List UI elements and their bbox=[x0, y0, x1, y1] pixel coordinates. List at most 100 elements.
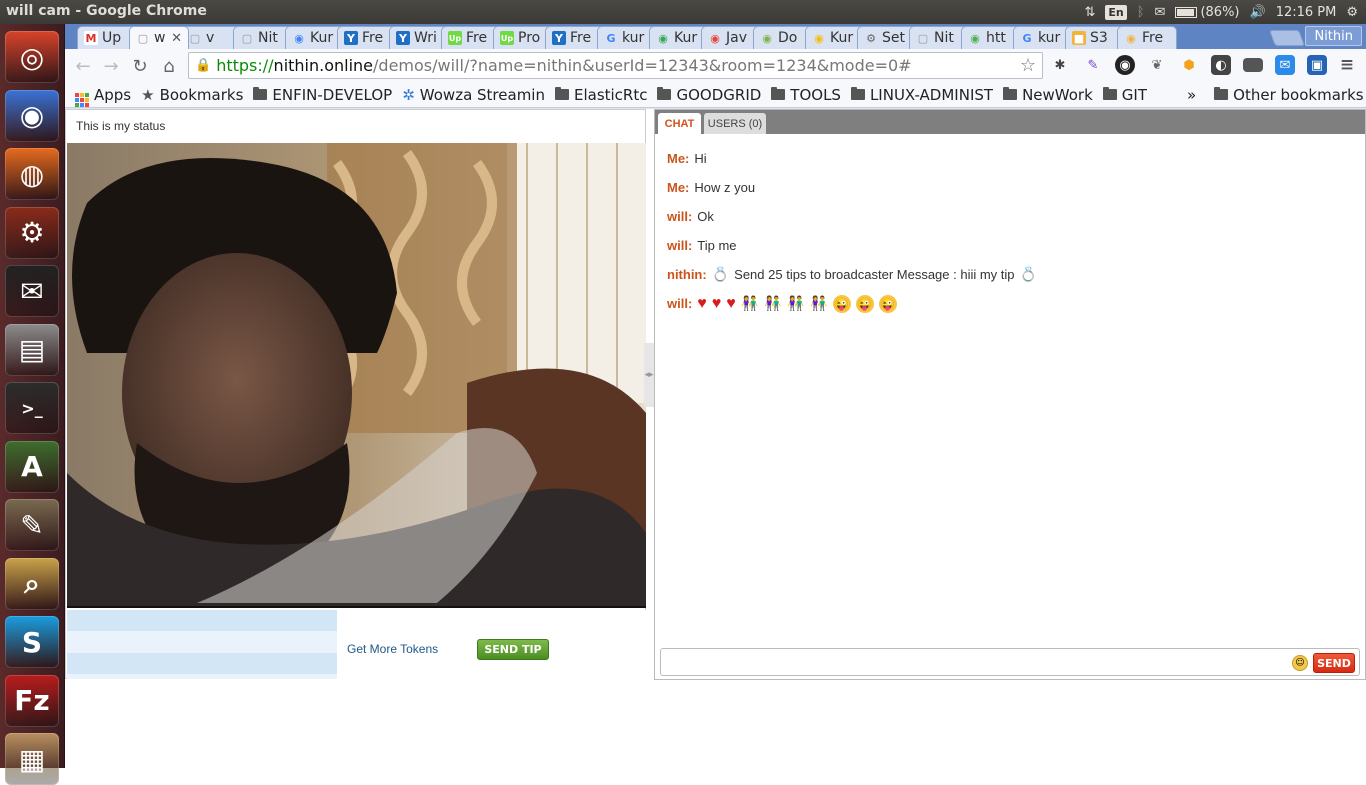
new-tab-button[interactable] bbox=[1269, 30, 1305, 46]
unknown-app-icon[interactable]: ▦ bbox=[5, 733, 59, 785]
browser-tab[interactable]: ◉ Fre bbox=[1117, 26, 1177, 49]
pidgin-icon[interactable]: ✉ bbox=[5, 265, 59, 317]
reload-button[interactable]: ↻ bbox=[128, 54, 152, 78]
network-icon[interactable]: ⇅ bbox=[1084, 5, 1095, 20]
extension-screen-icon[interactable] bbox=[1243, 58, 1263, 72]
extension-hexagon-icon[interactable]: ⬢ bbox=[1179, 55, 1199, 75]
chat-text: Hi bbox=[694, 151, 707, 166]
tab-title: Kur bbox=[674, 30, 698, 46]
tab-title: Kur bbox=[830, 30, 854, 46]
lock-icon: 🔒 bbox=[195, 58, 212, 73]
tab-title: w bbox=[154, 30, 166, 46]
get-more-tokens-link[interactable]: Get More Tokens bbox=[347, 642, 438, 656]
tab-favicon-icon: ◉ bbox=[710, 31, 720, 45]
tab-favicon-icon: ◉ bbox=[658, 31, 668, 45]
browser-tab[interactable]: ▢ v bbox=[181, 26, 241, 49]
folder-icon bbox=[1102, 87, 1117, 100]
address-bar[interactable]: 🔒 https://nithin.online/demos/will/?name… bbox=[188, 52, 1043, 79]
token-amount-box[interactable] bbox=[67, 610, 337, 679]
extension-feather-icon[interactable]: ✎ bbox=[1083, 55, 1103, 75]
bookmarks-overflow-button[interactable]: » bbox=[1187, 86, 1196, 104]
browser-tab[interactable]: Gkur bbox=[1013, 26, 1073, 49]
messenger-icon[interactable]: ✉ bbox=[1275, 55, 1295, 75]
clock[interactable]: 12:16 PM bbox=[1276, 5, 1337, 20]
browser-tab[interactable]: Y Fre bbox=[337, 26, 397, 49]
gimp-icon[interactable]: ✎ bbox=[5, 499, 59, 551]
bookmark-goodgrid[interactable]: GOODGRID bbox=[657, 86, 761, 104]
back-button[interactable]: ← bbox=[71, 54, 95, 78]
send-tip-button[interactable]: SEND TIP bbox=[477, 639, 549, 660]
tab-title: kur bbox=[1038, 30, 1061, 46]
bookmark-wowza-streamin[interactable]: ✲ Wowza Streamin bbox=[402, 86, 545, 104]
bookmark-git[interactable]: GIT bbox=[1102, 86, 1147, 104]
browser-tab[interactable]: ■ S3 bbox=[1065, 26, 1125, 49]
browser-tab[interactable]: ▢ w ✕ bbox=[129, 26, 189, 49]
skype-icon[interactable]: S bbox=[5, 616, 59, 668]
bookmark-enfin-develop[interactable]: ENFIN-DEVELOP bbox=[253, 86, 392, 104]
tab-title: Nit bbox=[258, 30, 278, 46]
wowza-icon: ✲ bbox=[402, 85, 415, 104]
browser-tab[interactable]: ◉ Jav bbox=[701, 26, 761, 49]
browser-tab[interactable]: ◉ Kur bbox=[285, 26, 345, 49]
extension-square-icon[interactable]: ◐ bbox=[1211, 55, 1231, 75]
browser-tab[interactable]: ▢ Nit bbox=[909, 26, 969, 49]
terminal-icon[interactable]: >_ bbox=[5, 382, 59, 434]
firefox-icon[interactable]: ◍ bbox=[5, 148, 59, 200]
profile-button[interactable]: Nithin bbox=[1305, 26, 1362, 46]
browser-tab[interactable]: Y Wri bbox=[389, 26, 449, 49]
browser-tab[interactable]: M Up bbox=[77, 26, 137, 49]
browser-tab[interactable]: Y Fre bbox=[545, 26, 605, 49]
image-viewer-icon[interactable]: ⌕ bbox=[5, 557, 59, 610]
bookmark-label: LINUX-ADMINIST bbox=[869, 85, 994, 104]
chat-input[interactable]: ☺ SEND bbox=[660, 648, 1360, 676]
browser-tab[interactable]: ◉ Kur bbox=[805, 26, 865, 49]
emoji-picker-icon[interactable]: ☺ bbox=[1292, 655, 1308, 671]
chrome-icon[interactable]: ◉ bbox=[5, 89, 59, 142]
chrome-menu-icon[interactable]: ≡ bbox=[1337, 55, 1357, 75]
webcam-video[interactable] bbox=[67, 143, 646, 608]
browser-tab[interactable]: Up Pro bbox=[493, 26, 553, 49]
mail-icon[interactable]: ✉ bbox=[1155, 5, 1166, 20]
tab-chat[interactable]: CHAT bbox=[658, 113, 701, 134]
other-bookmarks[interactable]: Other bookmarks bbox=[1214, 86, 1364, 104]
settings-icon[interactable]: ⚙ bbox=[5, 206, 59, 259]
extension-color-icon[interactable]: ◉ bbox=[1115, 55, 1135, 75]
bookmark-linux-administ[interactable]: LINUX-ADMINIST bbox=[850, 85, 994, 104]
bookmark-elasticrtc[interactable]: ElasticRtc bbox=[554, 86, 647, 104]
forward-button[interactable]: → bbox=[99, 54, 123, 78]
tab-title: Do bbox=[778, 30, 798, 46]
heart-emoji-icon: ♥ bbox=[726, 294, 736, 312]
send-button[interactable]: SEND bbox=[1313, 653, 1355, 673]
volume-icon[interactable]: 🔊 bbox=[1250, 5, 1266, 20]
tab-favicon-icon: Up bbox=[448, 31, 462, 45]
bluetooth-icon[interactable]: ᛒ bbox=[1137, 5, 1145, 20]
bookmark-tools[interactable]: TOOLS bbox=[771, 86, 841, 104]
tab-favicon-icon: M bbox=[84, 31, 98, 45]
bookmark-star-icon[interactable]: ☆ bbox=[1020, 55, 1036, 76]
bookmark-newwork[interactable]: NewWork bbox=[1003, 86, 1093, 104]
tab-close-icon[interactable]: ✕ bbox=[171, 31, 182, 46]
browser-tab[interactable]: ◉ htt bbox=[961, 26, 1021, 49]
keyboard-layout-indicator[interactable]: En bbox=[1105, 4, 1127, 20]
home-button[interactable]: ⌂ bbox=[157, 54, 181, 78]
browser-tab[interactable]: ⚙ Set bbox=[857, 26, 917, 49]
browser-tab[interactable]: ◉ Kur bbox=[649, 26, 709, 49]
ubuntu-logo-icon[interactable]: ◎ bbox=[5, 31, 59, 83]
updater-icon[interactable]: A bbox=[5, 440, 59, 493]
bookmark-apps[interactable]: Apps bbox=[75, 83, 131, 107]
bookmark-bookmarks[interactable]: ★ Bookmarks bbox=[141, 86, 243, 104]
power-gear-icon[interactable]: ⚙ bbox=[1346, 5, 1358, 20]
panel-splitter-handle[interactable]: ◂▸ bbox=[644, 343, 654, 407]
extension-bug-icon[interactable]: ✱ bbox=[1050, 55, 1070, 75]
filezilla-icon[interactable]: Fz bbox=[5, 674, 59, 727]
browser-tab[interactable]: Gkur bbox=[597, 26, 657, 49]
star-icon: ★ bbox=[141, 85, 155, 104]
extension-video-icon[interactable]: ▣ bbox=[1307, 55, 1327, 75]
browser-tab[interactable]: ◉ Do bbox=[753, 26, 813, 49]
files-icon[interactable]: ▤ bbox=[5, 323, 59, 376]
browser-tab[interactable]: Up Fre bbox=[441, 26, 501, 49]
battery-indicator[interactable]: (86%) bbox=[1175, 5, 1240, 20]
browser-tab[interactable]: ▢ Nit bbox=[233, 26, 293, 49]
tab-users[interactable]: USERS (0) bbox=[704, 113, 766, 134]
extension-leaf-icon[interactable]: ❦ bbox=[1147, 55, 1167, 75]
